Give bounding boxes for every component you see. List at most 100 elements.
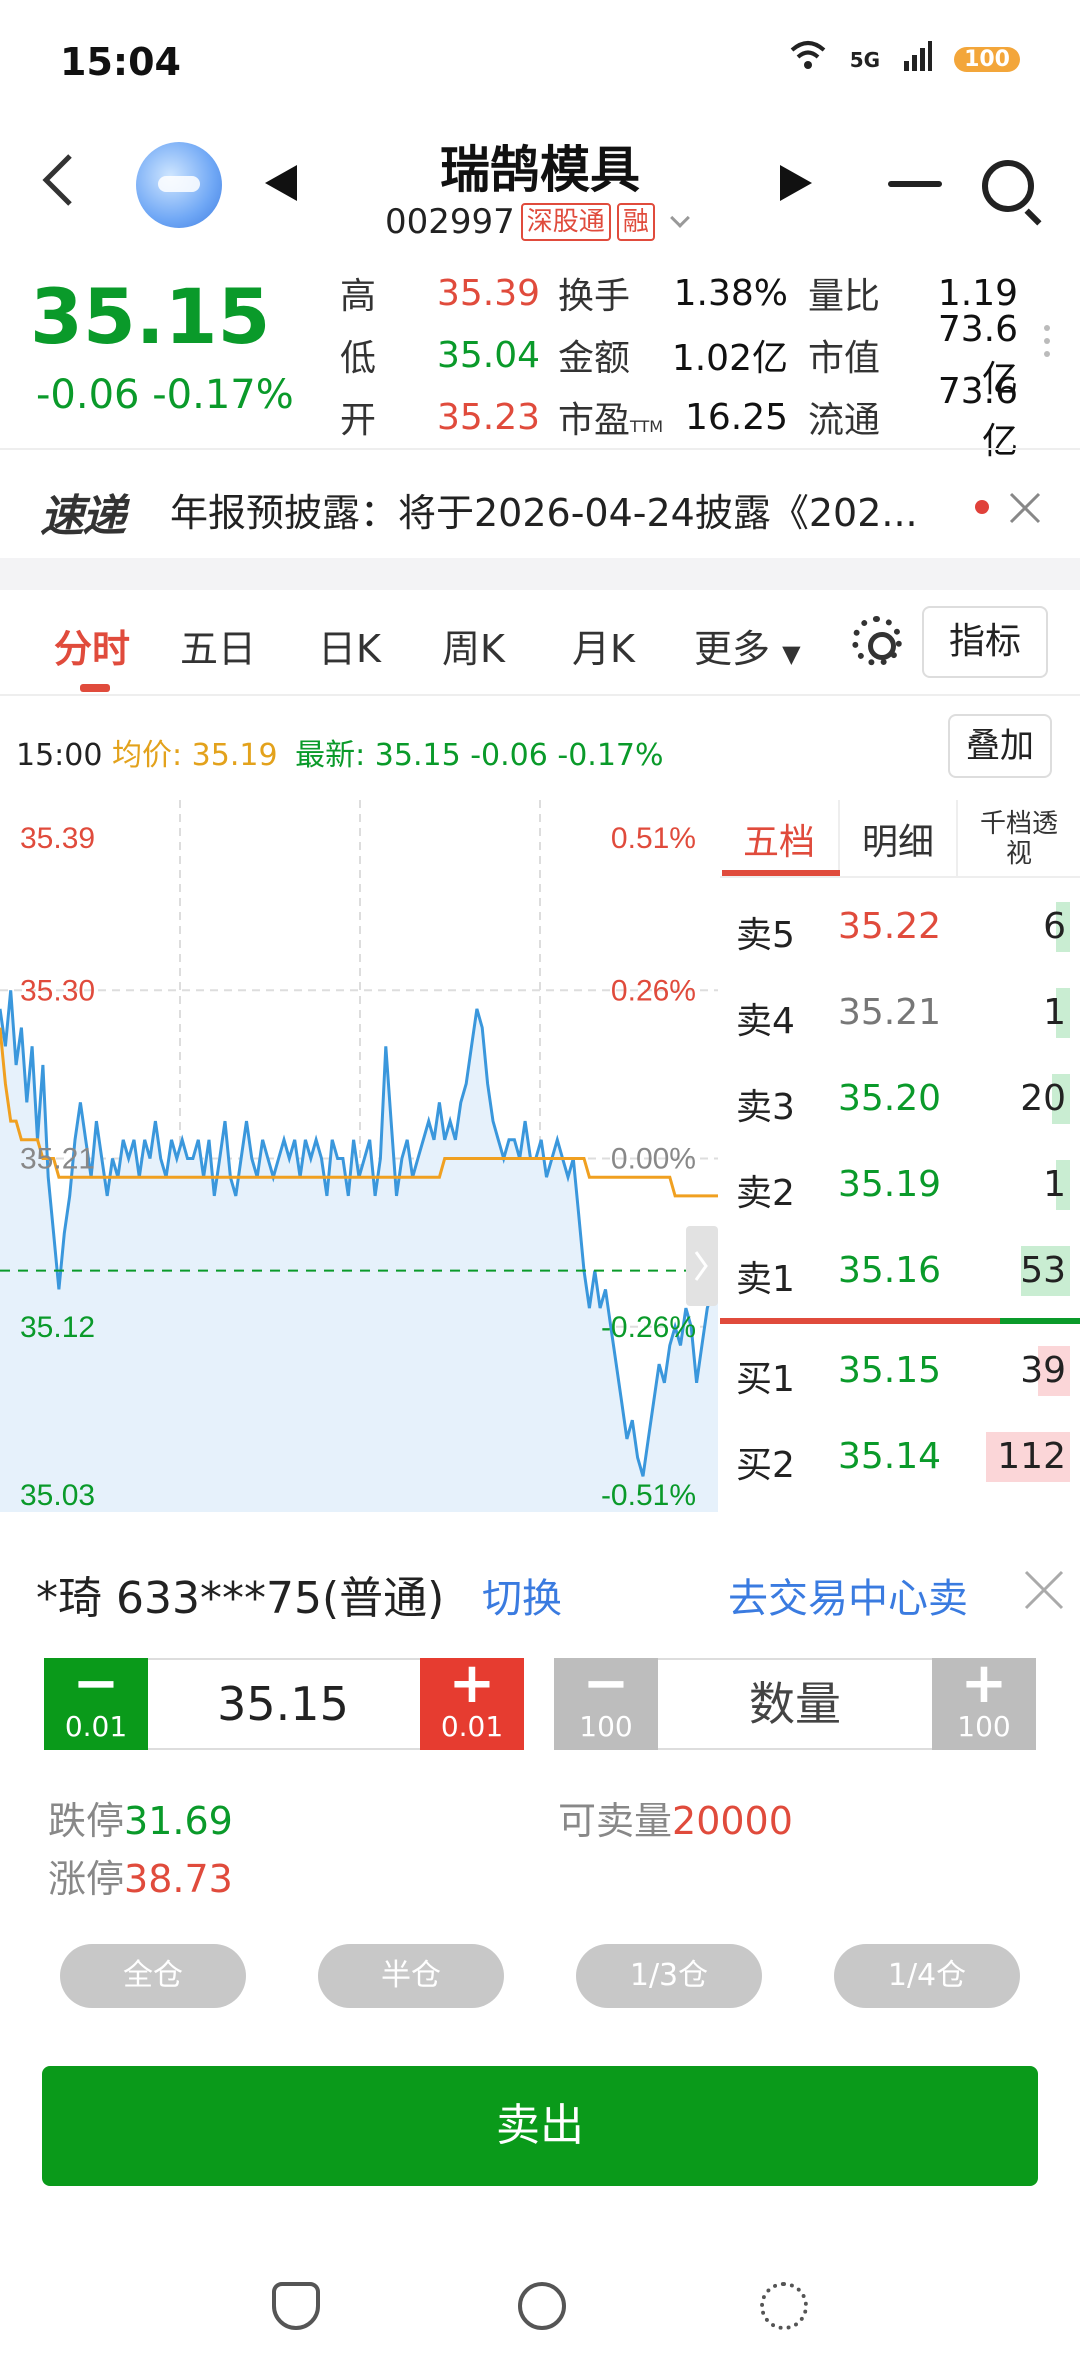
quantity-stepper: − 100 数量 + 100 — [554, 1656, 1036, 1750]
level-name: 卖3 — [736, 1087, 795, 1128]
chevron-down-icon[interactable] — [669, 208, 690, 228]
tab-depth[interactable]: 千档透视 — [956, 800, 1080, 878]
book-ratio-green — [1000, 1318, 1080, 1324]
tab-more-label: 更多 — [694, 627, 771, 671]
stock-code-row[interactable]: 002997 深股通 融 — [385, 202, 690, 242]
position-full-button[interactable]: 全仓 — [60, 1944, 246, 2008]
quote-label-text: 换手 — [558, 276, 631, 317]
divider — [0, 448, 1080, 450]
quote-row: 开 35.23 市盈TTM 16.25 流通 73.6亿 — [340, 371, 1040, 462]
caret-down-icon: ▼ — [782, 640, 801, 668]
y-tick-label: 35.39 — [20, 822, 95, 855]
latest-value: 35.15 — [374, 738, 461, 773]
pct-tick-label: -0.51% — [601, 1479, 696, 1512]
level-qty: 1 — [1043, 992, 1066, 1033]
tab-more[interactable]: 更多 ▼ — [694, 618, 801, 673]
quote-label: 高 — [340, 276, 377, 317]
status-time: 15:04 — [60, 40, 181, 84]
quote-label: 金额 — [558, 329, 668, 381]
order-book-tab-underline — [722, 870, 840, 876]
settings-icon[interactable] — [760, 2282, 808, 2330]
network-label: 5G — [849, 47, 881, 72]
minus-icon[interactable] — [888, 181, 942, 187]
level-qty: 6 — [1043, 906, 1066, 947]
quantity-input[interactable]: 数量 — [660, 1660, 930, 1748]
pct-tick-label: -0.26% — [601, 1311, 696, 1344]
gear-icon[interactable] — [852, 616, 902, 666]
y-tick-label: 35.30 — [20, 974, 95, 1007]
quote-value: 35.04 — [436, 334, 540, 376]
status-icons: 5G 100 — [788, 38, 1020, 81]
avatar[interactable] — [136, 142, 222, 228]
latest-label: 最新: — [295, 738, 366, 773]
quote-label: 低 — [340, 338, 377, 379]
level-qty: 53 — [1020, 1250, 1066, 1291]
current-price: 35.15 — [30, 272, 271, 361]
indicator-button[interactable]: 指标 — [922, 606, 1048, 678]
latest-change: -0.06 — [470, 738, 548, 773]
tab-five-levels[interactable]: 五档 — [720, 800, 838, 878]
collapse-handle — [686, 1226, 718, 1306]
level-price: 35.15 — [838, 1350, 942, 1391]
info-time: 15:00 — [16, 738, 103, 773]
latest-percent: -0.17% — [557, 738, 664, 773]
qty-step-label: 100 — [957, 1710, 1011, 1743]
order-book-tabs: 五档 明细 千档透视 — [720, 800, 1080, 878]
tab-details[interactable]: 明细 — [838, 800, 956, 878]
quantity-increase-button[interactable]: + 100 — [932, 1656, 1036, 1750]
sellable-qty: 可卖量20000 — [558, 1790, 793, 1845]
unread-dot — [975, 500, 989, 514]
stock-name: 瑞鹄模具 — [440, 141, 640, 199]
position-half-button[interactable]: 半仓 — [318, 1944, 504, 2008]
quote-value: 35.23 — [436, 396, 540, 438]
next-stock-icon[interactable] — [780, 165, 812, 201]
more-dots-icon[interactable] — [1044, 325, 1052, 364]
ask-row[interactable]: 卖1 35.16 53 — [720, 1228, 1070, 1314]
overlay-button[interactable]: 叠加 — [948, 714, 1052, 778]
quantity-decrease-button[interactable]: − 100 — [554, 1656, 658, 1750]
tab-intraday[interactable]: 分时 — [54, 618, 130, 673]
switch-account-link[interactable]: 切换 — [482, 1566, 562, 1624]
price-increase-button[interactable]: + 0.01 — [420, 1656, 524, 1750]
bid-row[interactable]: 买2 35.14 112 — [720, 1414, 1070, 1500]
ask-row[interactable]: 卖5 35.22 6 — [720, 884, 1070, 970]
tab-weekly-k[interactable]: 周K — [442, 618, 505, 673]
quote-value: 35.39 — [436, 272, 540, 314]
search-icon[interactable] — [982, 160, 1034, 212]
level-name: 卖1 — [736, 1259, 795, 1300]
battery-badge: 100 — [954, 47, 1020, 72]
level-qty: 20 — [1020, 1078, 1066, 1119]
quote-label: 量比 — [808, 276, 881, 317]
hk-connect-tag: 深股通 — [520, 203, 611, 241]
price-decrease-button[interactable]: − 0.01 — [44, 1656, 148, 1750]
trade-center-link[interactable]: 去交易中心卖 — [728, 1566, 968, 1624]
level-price: 35.14 — [838, 1436, 942, 1477]
price-input[interactable]: 35.15 — [150, 1660, 416, 1748]
close-icon[interactable] — [1005, 488, 1045, 528]
sellable-value: 20000 — [672, 1799, 793, 1843]
tab-monthly-k[interactable]: 月K — [572, 618, 635, 673]
news-text[interactable]: 年报预披露：将于2026-04-24披露《202... — [170, 482, 970, 537]
active-tab-underline — [80, 684, 110, 692]
bid-row[interactable]: 买1 35.15 39 — [720, 1328, 1070, 1414]
position-quarter-button[interactable]: 1/4仓 — [834, 1944, 1020, 2008]
ask-row[interactable]: 卖4 35.21 1 — [720, 970, 1070, 1056]
margin-tag: 融 — [616, 203, 655, 241]
ingot-icon[interactable] — [272, 2282, 320, 2330]
tab-five-day[interactable]: 五日 — [180, 618, 256, 673]
intraday-chart[interactable]: 35.39 0.51% 35.30 0.26% 35.21 0.00% 35.12 -0.26… — [0, 800, 718, 1512]
position-third-button[interactable]: 1/3仓 — [576, 1944, 762, 2008]
back-icon[interactable] — [38, 150, 78, 210]
sell-button[interactable]: 卖出 — [42, 2066, 1038, 2186]
prev-stock-icon[interactable] — [265, 165, 297, 201]
section-gap — [0, 558, 1080, 590]
currency-icon[interactable] — [518, 2282, 566, 2330]
level-qty: 1 — [1043, 1164, 1066, 1205]
ask-row[interactable]: 卖3 35.20 20 — [720, 1056, 1070, 1142]
quote-label: 流通 — [808, 400, 881, 441]
close-panel-icon[interactable] — [1020, 1566, 1068, 1614]
tab-daily-k[interactable]: 日K — [318, 618, 381, 673]
quote-value: 1.38% — [673, 272, 788, 314]
y-tick-label: 35.21 — [20, 1143, 95, 1176]
ask-row[interactable]: 卖2 35.19 1 — [720, 1142, 1070, 1228]
